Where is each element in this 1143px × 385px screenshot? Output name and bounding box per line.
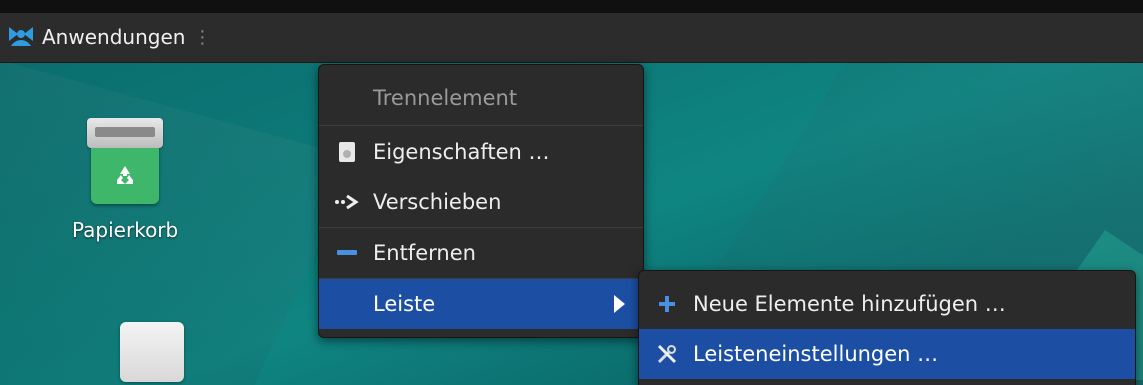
applications-menu-button[interactable]: Anwendungen ⋮	[6, 21, 211, 53]
submenu-item-panel-preferences[interactable]: Leisteneinstellungen …	[639, 329, 1135, 379]
menu-item-label: Entfernen	[373, 241, 476, 265]
move-icon	[333, 193, 361, 211]
menu-item-move[interactable]: Verschieben	[319, 177, 643, 227]
applications-label: Anwendungen	[42, 25, 186, 49]
menu-item-label: Leiste	[373, 292, 436, 316]
menu-item-label: Neue Elemente hinzufügen …	[693, 292, 1006, 316]
desktop-screen: Anwendungen ⋮ Papierkorb Trennelement Ei…	[0, 0, 1143, 385]
remove-icon	[333, 250, 361, 256]
trash-icon	[87, 118, 164, 204]
menu-header-label: Trennelement	[373, 86, 518, 110]
add-icon	[653, 295, 681, 313]
desktop-icon-label: Papierkorb	[72, 218, 179, 242]
xfce-logo-icon	[9, 27, 33, 46]
panel-separator-handle[interactable]: ⋮	[193, 27, 211, 48]
panel-context-menu: Trennelement Eigenschaften … Verschieben	[318, 64, 644, 338]
submenu-item-add-items[interactable]: Neue Elemente hinzufügen …	[639, 279, 1135, 329]
settings-icon	[653, 343, 681, 365]
submenu-arrow-icon	[614, 295, 625, 313]
drive-icon	[120, 322, 184, 382]
properties-icon	[333, 141, 361, 163]
menu-item-label: Verschieben	[373, 190, 502, 214]
menu-item-panel-submenu[interactable]: Leiste	[319, 279, 643, 329]
menu-item-label: Eigenschaften …	[373, 140, 550, 164]
desktop-icon-drive[interactable]	[120, 322, 184, 382]
menu-item-remove[interactable]: Entfernen	[319, 228, 643, 278]
menu-divider	[319, 125, 643, 126]
menu-header: Trennelement	[319, 73, 643, 123]
recycle-icon	[117, 166, 134, 184]
menu-item-label: Leisteneinstellungen …	[693, 342, 939, 366]
panel-submenu: Neue Elemente hinzufügen … Leisteneinste…	[638, 270, 1136, 385]
menu-item-properties[interactable]: Eigenschaften …	[319, 127, 643, 177]
desktop-icon-trash[interactable]: Papierkorb	[72, 118, 178, 242]
top-panel: Anwendungen ⋮	[0, 13, 1143, 63]
